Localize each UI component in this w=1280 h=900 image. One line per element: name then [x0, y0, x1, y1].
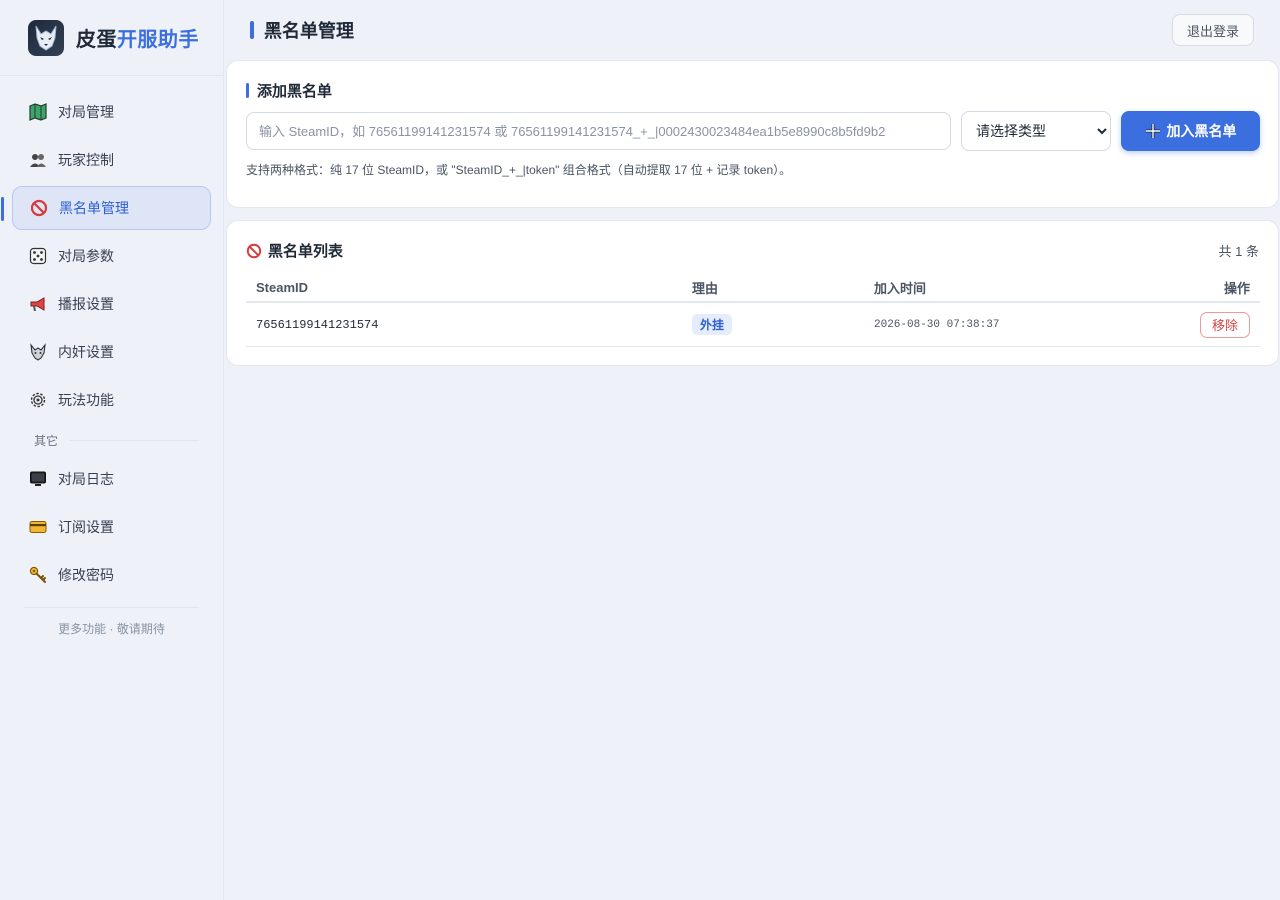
sidebar-item-label: 对局管理 — [58, 104, 114, 120]
sidebar-item-player-control[interactable]: 玩家控制 — [12, 138, 211, 182]
row-reason: 外挂 — [692, 314, 874, 335]
logout-button[interactable]: 退出登录 — [1171, 14, 1254, 46]
reason-badge: 外挂 — [692, 314, 733, 335]
wolf-icon — [28, 342, 48, 362]
dice-icon — [28, 246, 48, 266]
remove-button[interactable]: 移除 — [1199, 311, 1250, 338]
sidebar: 皮蛋开服助手 对局管理 玩家控制 黑名单管理 对局参数 播报设置 内奸设置 玩法… — [0, 0, 224, 900]
map-icon — [28, 102, 48, 122]
prohibited-icon — [29, 198, 49, 218]
add-blacklist-card: 添加黑名单 请选择类型 加入黑名单 支持两种格式：纯 17 位 SteamID，… — [226, 60, 1279, 208]
wolf-logo-icon — [28, 19, 64, 56]
blacklist-count: 共 1 条 — [1218, 244, 1259, 259]
brand-name-part2: 开服助手 — [117, 29, 199, 51]
type-select[interactable]: 请选择类型 — [961, 111, 1111, 151]
sidebar-item-label: 修改密码 — [58, 567, 114, 583]
column-header-time: 加入时间 — [874, 280, 927, 296]
sidebar-item-label: 播报设置 — [58, 296, 114, 312]
brand: 皮蛋开服助手 — [0, 0, 223, 76]
add-blacklist-title-text: 添加黑名单 — [257, 83, 333, 100]
add-blacklist-title: 添加黑名单 — [246, 80, 332, 101]
add-to-blacklist-label: 加入黑名单 — [1166, 123, 1237, 139]
sidebar-item-match-params[interactable]: 对局参数 — [12, 234, 211, 278]
sidebar-item-gameplay-features[interactable]: 玩法功能 — [12, 378, 211, 422]
sidebar-item-subscription-settings[interactable]: 订阅设置 — [12, 505, 211, 549]
brand-name: 皮蛋开服助手 — [76, 23, 199, 52]
players-icon — [28, 150, 48, 170]
sidebar-item-label: 黑名单管理 — [59, 200, 129, 216]
title-accent-bar — [250, 21, 254, 39]
credit-card-icon — [28, 517, 48, 537]
sidebar-item-label: 订阅设置 — [58, 519, 114, 535]
page-title-text: 黑名单管理 — [264, 21, 354, 41]
table-row: 76561199141231574 外挂 2026-08-30 07:38:37… — [246, 303, 1260, 347]
sidebar-item-blacklist[interactable]: 黑名单管理 — [1, 186, 211, 230]
blacklist-list-card: 黑名单列表 共 1 条 SteamID 理由 加入时间 操作 765611991… — [226, 220, 1279, 366]
column-header-action: 操作 — [1223, 280, 1250, 296]
sidebar-nav: 对局管理 玩家控制 黑名单管理 对局参数 播报设置 内奸设置 玩法功能 其它 对… — [0, 76, 223, 637]
steamid-input[interactable] — [246, 112, 951, 150]
blacklist-list-title-text: 黑名单列表 — [268, 243, 344, 260]
add-blacklist-form: 请选择类型 加入黑名单 — [246, 111, 1260, 151]
blacklist-list-title: 黑名单列表 — [246, 240, 343, 261]
plus-icon — [1145, 123, 1161, 139]
sidebar-section-label: 其它 — [34, 432, 199, 449]
column-header-steamid: SteamID — [256, 279, 309, 295]
table-header: SteamID 理由 加入时间 操作 — [246, 273, 1260, 303]
monitor-icon — [28, 469, 48, 489]
prohibited-icon — [246, 243, 262, 259]
sidebar-item-label: 对局日志 — [58, 471, 114, 487]
column-header-reason: 理由 — [692, 280, 719, 296]
sidebar-item-label: 对局参数 — [58, 248, 114, 264]
page-title: 黑名单管理 — [250, 17, 354, 43]
sidebar-item-label: 玩法功能 — [58, 392, 114, 408]
sidebar-item-match-management[interactable]: 对局管理 — [12, 90, 211, 134]
megaphone-icon — [28, 294, 48, 314]
header: 黑名单管理 退出登录 — [224, 0, 1280, 60]
key-icon — [28, 565, 48, 585]
sidebar-item-label: 内奸设置 — [58, 344, 114, 360]
sidebar-item-broadcast-settings[interactable]: 播报设置 — [12, 282, 211, 326]
blacklist-table: SteamID 理由 加入时间 操作 76561199141231574 外挂 … — [246, 273, 1260, 347]
format-hint: 支持两种格式：纯 17 位 SteamID，或 "SteamID_+_|toke… — [246, 163, 792, 177]
section-divider — [70, 440, 199, 441]
row-action: 移除 — [1174, 311, 1260, 338]
sidebar-item-change-password[interactable]: 修改密码 — [12, 553, 211, 597]
sidebar-item-traitor-settings[interactable]: 内奸设置 — [12, 330, 211, 374]
sidebar-item-label: 玩家控制 — [58, 152, 114, 168]
gear-icon — [28, 390, 48, 410]
sidebar-section-text: 其它 — [34, 434, 59, 448]
add-to-blacklist-button[interactable]: 加入黑名单 — [1121, 111, 1260, 151]
sidebar-item-match-log[interactable]: 对局日志 — [12, 457, 211, 501]
row-steamid: 76561199141231574 — [256, 317, 379, 332]
brand-name-part1: 皮蛋 — [76, 29, 117, 51]
row-time: 2026-08-30 07:38:37 — [874, 318, 1000, 331]
sidebar-divider — [24, 607, 199, 608]
title-accent-bar — [246, 83, 249, 98]
sidebar-footer: 更多功能 · 敬请期待 — [58, 622, 165, 636]
